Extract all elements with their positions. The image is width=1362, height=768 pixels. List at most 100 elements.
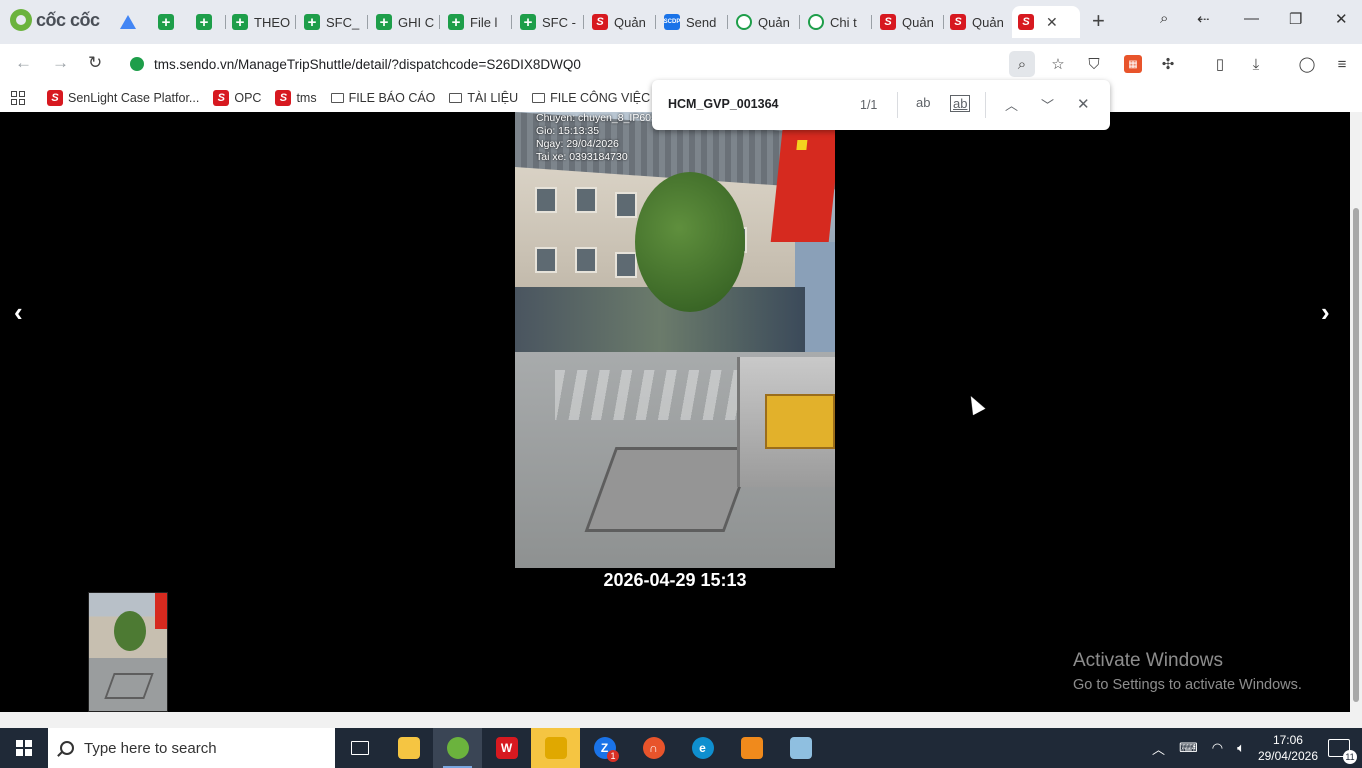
coccoc-browser-icon — [446, 737, 469, 759]
extension-app-icon[interactable]: ▦ — [1124, 55, 1142, 73]
find-in-page-icon[interactable]: ⌕ — [1009, 51, 1035, 77]
tab-label: Quản — [902, 14, 934, 30]
find-close-icon[interactable]: ✕ — [1077, 95, 1090, 113]
sheets-icon — [158, 14, 174, 30]
taskbar-coccoc[interactable] — [433, 728, 482, 768]
apps-grid-icon[interactable] — [11, 91, 25, 105]
sheets-icon — [376, 14, 392, 30]
wifi-icon[interactable]: ◠ — [1212, 740, 1223, 756]
taskbar-file-explorer[interactable] — [384, 728, 433, 768]
profile-icon[interactable]: ◯ — [1297, 54, 1317, 74]
find-input[interactable] — [668, 97, 848, 111]
taskbar-sticky-notes[interactable] — [531, 728, 580, 768]
new-tab-button[interactable]: + — [1092, 10, 1105, 32]
bookmark-folder-tai-lieu[interactable]: TÀI LIỆU — [449, 91, 518, 105]
forward-button[interactable]: → — [52, 53, 69, 73]
bookmark-star-icon[interactable]: ☆ — [1048, 54, 1068, 74]
coccoc-logo[interactable]: cốc cốc — [10, 9, 100, 31]
tab-send[interactable]: SCDP Send — [658, 6, 728, 38]
tab-strip: cốc cốc THEO SFC_ GHI C File l SFC - Quả… — [0, 0, 1362, 44]
tab-sheet-sfc-2[interactable]: SFC - — [514, 6, 584, 38]
tab-sendo-quan-1[interactable]: Quản — [586, 6, 656, 38]
taskbar-zalo[interactable]: Z 1 — [580, 728, 629, 768]
url-text[interactable]: tms.sendo.vn/ManageTripShuttle/detail/?d… — [154, 57, 581, 72]
scrollbar-thumb[interactable] — [1353, 208, 1359, 702]
taskbar-edge[interactable]: e — [678, 728, 727, 768]
split-view-icon[interactable]: ▯ — [1210, 54, 1230, 74]
start-button[interactable] — [0, 728, 48, 768]
tab-search-icon[interactable]: ⌕ — [1160, 10, 1168, 27]
find-next-icon[interactable]: ﹀ — [1041, 95, 1054, 114]
tab-drive[interactable] — [114, 6, 146, 38]
volume-icon[interactable]: 🔈︎ — [1237, 740, 1245, 756]
clock-time: 17:06 — [1272, 733, 1303, 747]
photo-stamp-text: Chuyen: chuyen_8_IP605 Gio: 15:13:35 Nga… — [536, 112, 657, 163]
photo-thumbnail[interactable] — [88, 592, 168, 712]
bookmark-folder-bao-cao[interactable]: FILE BÁO CÁO — [330, 91, 435, 105]
bookmark-tms[interactable]: tms — [275, 90, 317, 106]
tab-active[interactable]: ✕ — [1012, 6, 1080, 38]
close-tab-icon[interactable]: ✕ — [1046, 14, 1058, 31]
restore-button[interactable]: ❐ — [1289, 10, 1302, 28]
tray-chevron-icon[interactable]: ︿ — [1152, 739, 1165, 758]
tab-label: Chi t — [830, 14, 857, 30]
bookmark-senlight[interactable]: SenLight Case Platfor... — [47, 90, 199, 106]
tab-sheet-2[interactable] — [190, 6, 226, 38]
back-button[interactable]: ← — [15, 53, 32, 73]
taskbar-wps[interactable]: W — [482, 728, 531, 768]
next-image-button[interactable]: › — [1321, 297, 1330, 328]
taskbar-orange-app[interactable] — [727, 728, 776, 768]
taskbar-ultraviewer[interactable]: ∩ — [629, 728, 678, 768]
task-view-button[interactable] — [335, 728, 384, 768]
windows-taskbar: Type here to search W Z 1 ∩ e ︿ ⌨ ◠ 🔈︎ 1… — [0, 728, 1362, 768]
delivery-photo: Chuyen: chuyen_8_IP605 Gio: 15:13:35 Nga… — [515, 112, 835, 568]
bookmark-label: tms — [296, 91, 317, 105]
tab-sheet-theo[interactable]: THEO — [226, 6, 296, 38]
close-window-button[interactable]: ✕ — [1335, 10, 1348, 28]
taskbar-blue-app[interactable] — [776, 728, 825, 768]
tab-label: Quản — [972, 14, 1004, 30]
windows-logo-icon — [16, 740, 32, 756]
whole-word-button[interactable]: ab — [950, 95, 971, 112]
menu-icon[interactable]: ≡ — [1332, 54, 1352, 74]
shield-icon[interactable]: ⛉ — [1084, 54, 1104, 74]
extensions-puzzle-icon[interactable]: ✣ — [1158, 54, 1178, 74]
match-case-button[interactable]: ab — [916, 95, 930, 110]
tab-sheet-ghi[interactable]: GHI C — [370, 6, 440, 38]
secure-icon[interactable] — [130, 57, 144, 71]
page-scrollbar[interactable] — [1350, 112, 1362, 712]
input-method-icon[interactable]: ⌨ — [1179, 740, 1198, 756]
notification-count: 11 — [1343, 750, 1357, 764]
bookmark-folder-cong-viec[interactable]: FILE CÔNG VIỆC — [532, 91, 650, 105]
tab-quan-green[interactable]: Quản — [730, 6, 800, 38]
sticky-notes-icon — [544, 737, 567, 759]
tab-label: SFC_ — [326, 14, 360, 30]
back-history-icon[interactable]: ⇠ — [1197, 10, 1210, 28]
address-bar[interactable]: tms.sendo.vn/ManageTripShuttle/detail/?d… — [120, 49, 1110, 79]
minimize-button[interactable]: — — [1244, 10, 1259, 27]
tab-sheet-1[interactable] — [152, 6, 184, 38]
sheets-icon — [448, 14, 464, 30]
tab-sendo-quan-3[interactable]: Quản — [944, 6, 1012, 38]
find-previous-icon[interactable]: ︿ — [1005, 95, 1018, 114]
circle-green-icon — [808, 14, 824, 30]
bookmark-label: TÀI LIỆU — [467, 91, 519, 105]
tab-sendo-quan-2[interactable]: Quản — [874, 6, 944, 38]
prev-image-button[interactable]: ‹ — [14, 297, 23, 328]
bookmark-opc[interactable]: OPC — [213, 90, 261, 106]
tab-sheet-file[interactable]: File l — [442, 6, 512, 38]
taskbar-search-box[interactable]: Type here to search — [48, 728, 335, 768]
taskbar-clock[interactable]: 17:06 29/04/2026 — [1258, 732, 1318, 764]
download-icon[interactable]: ⤓ — [1246, 54, 1266, 74]
sendo-icon — [47, 90, 63, 106]
notification-center-icon[interactable]: 11 — [1328, 739, 1357, 764]
tab-chi-tiet[interactable]: Chi t — [802, 6, 872, 38]
sendo-icon — [880, 14, 896, 30]
taskbar-search-placeholder: Type here to search — [84, 739, 217, 757]
tab-label: File l — [470, 14, 498, 30]
reload-button[interactable]: ↻ — [88, 53, 102, 73]
brand-name: cốc cốc — [36, 9, 100, 30]
tab-label: SFC - — [542, 14, 576, 30]
tab-sheet-sfc[interactable]: SFC_ — [298, 6, 368, 38]
browser-toolbar: ← → ↻ tms.sendo.vn/ManageTripShuttle/det… — [0, 44, 1362, 84]
